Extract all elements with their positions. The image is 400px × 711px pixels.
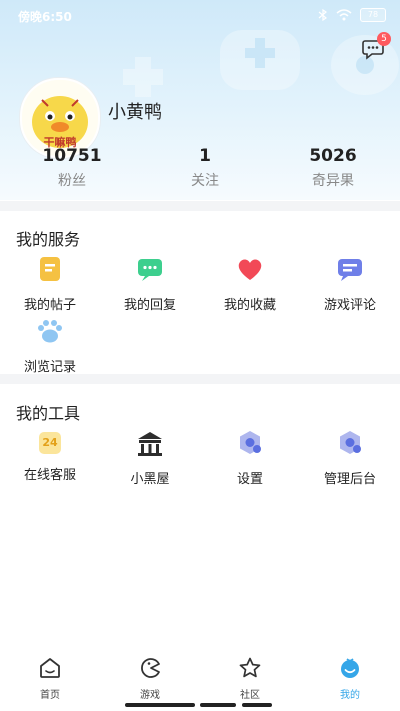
settings-icon [240, 431, 261, 454]
section-divider [0, 374, 400, 384]
service-label: 浏览记录 [23, 360, 76, 375]
plus-decoration-icon [123, 57, 163, 97]
section-divider [0, 201, 400, 211]
stat-label: 粉丝 [58, 173, 86, 189]
battery-indicator: 78 [360, 8, 386, 22]
stat-kiwi[interactable]: 5026 奇异果 [273, 146, 393, 190]
house-icon [138, 432, 162, 456]
tab-mine[interactable]: 我的 [300, 656, 400, 701]
tool-admin[interactable]: 管理后台 [300, 428, 400, 487]
service-label: 我的收藏 [223, 298, 276, 313]
tool-label: 设置 [236, 472, 263, 487]
tab-label: 游戏 [140, 690, 160, 701]
gesture-bar [242, 703, 272, 707]
tab-home[interactable]: 首页 [0, 656, 100, 701]
status-bar: 傍晚6:50 78 [0, 0, 400, 30]
comment-icon [338, 259, 362, 281]
paw-icon [38, 320, 62, 343]
home-icon [40, 658, 60, 678]
stat-value: 1 [199, 146, 211, 166]
message-badge: 5 [377, 32, 391, 46]
service-my-posts[interactable]: 我的帖子 [0, 254, 100, 313]
service-my-favorites[interactable]: 我的收藏 [200, 254, 300, 313]
service-game-comments[interactable]: 游戏评论 [300, 254, 400, 313]
admin-icon [340, 431, 361, 454]
bottom-tab-bar: 首页 游戏 社区 我的 [0, 650, 400, 711]
tool-label: 管理后台 [323, 472, 376, 487]
wifi-icon [336, 9, 352, 21]
tool-label: 小黑屋 [130, 472, 170, 487]
tab-community[interactable]: 社区 [200, 656, 300, 701]
tool-settings[interactable]: 设置 [200, 428, 300, 487]
stat-label: 关注 [191, 173, 219, 189]
gesture-bar [125, 703, 195, 707]
service-my-replies[interactable]: 我的回复 [100, 254, 200, 313]
heart-icon [238, 259, 262, 280]
stat-label: 奇异果 [312, 173, 354, 189]
support-icon-text: 24 [42, 436, 58, 449]
reply-icon [138, 259, 162, 281]
star-icon [239, 657, 261, 678]
service-browse-history[interactable]: 浏览记录 [0, 316, 100, 375]
status-time: 傍晚6:50 [18, 10, 72, 24]
tool-blackroom[interactable]: 小黑屋 [100, 428, 200, 487]
message-button[interactable]: 5 [361, 32, 391, 61]
service-label: 我的回复 [123, 298, 176, 313]
service-label: 我的帖子 [23, 298, 76, 313]
stat-value: 5026 [309, 146, 357, 166]
game-icon [141, 658, 160, 678]
tab-games[interactable]: 游戏 [100, 656, 200, 701]
profile-icon [341, 658, 359, 678]
service-label: 游戏评论 [323, 298, 376, 313]
tool-label: 在线客服 [23, 468, 76, 483]
stat-fans[interactable]: 10751 粉丝 [12, 146, 132, 190]
tools-title: 我的工具 [16, 404, 81, 423]
tab-label: 首页 [40, 690, 60, 701]
stat-value: 10751 [42, 146, 102, 166]
username: 小黄鸭 [108, 102, 162, 123]
profile-stats: 10751 粉丝 1 关注 5026 奇异果 [0, 146, 400, 196]
tab-label: 社区 [240, 690, 260, 701]
gesture-bar [200, 703, 236, 707]
stat-following[interactable]: 1 关注 [145, 146, 265, 190]
tab-label: 我的 [340, 690, 360, 701]
post-icon [40, 257, 60, 281]
services-title: 我的服务 [16, 230, 81, 249]
tool-online-support[interactable]: 24 在线客服 [0, 428, 100, 483]
support-24-icon: 24 [35, 428, 65, 458]
bluetooth-icon [318, 9, 327, 21]
